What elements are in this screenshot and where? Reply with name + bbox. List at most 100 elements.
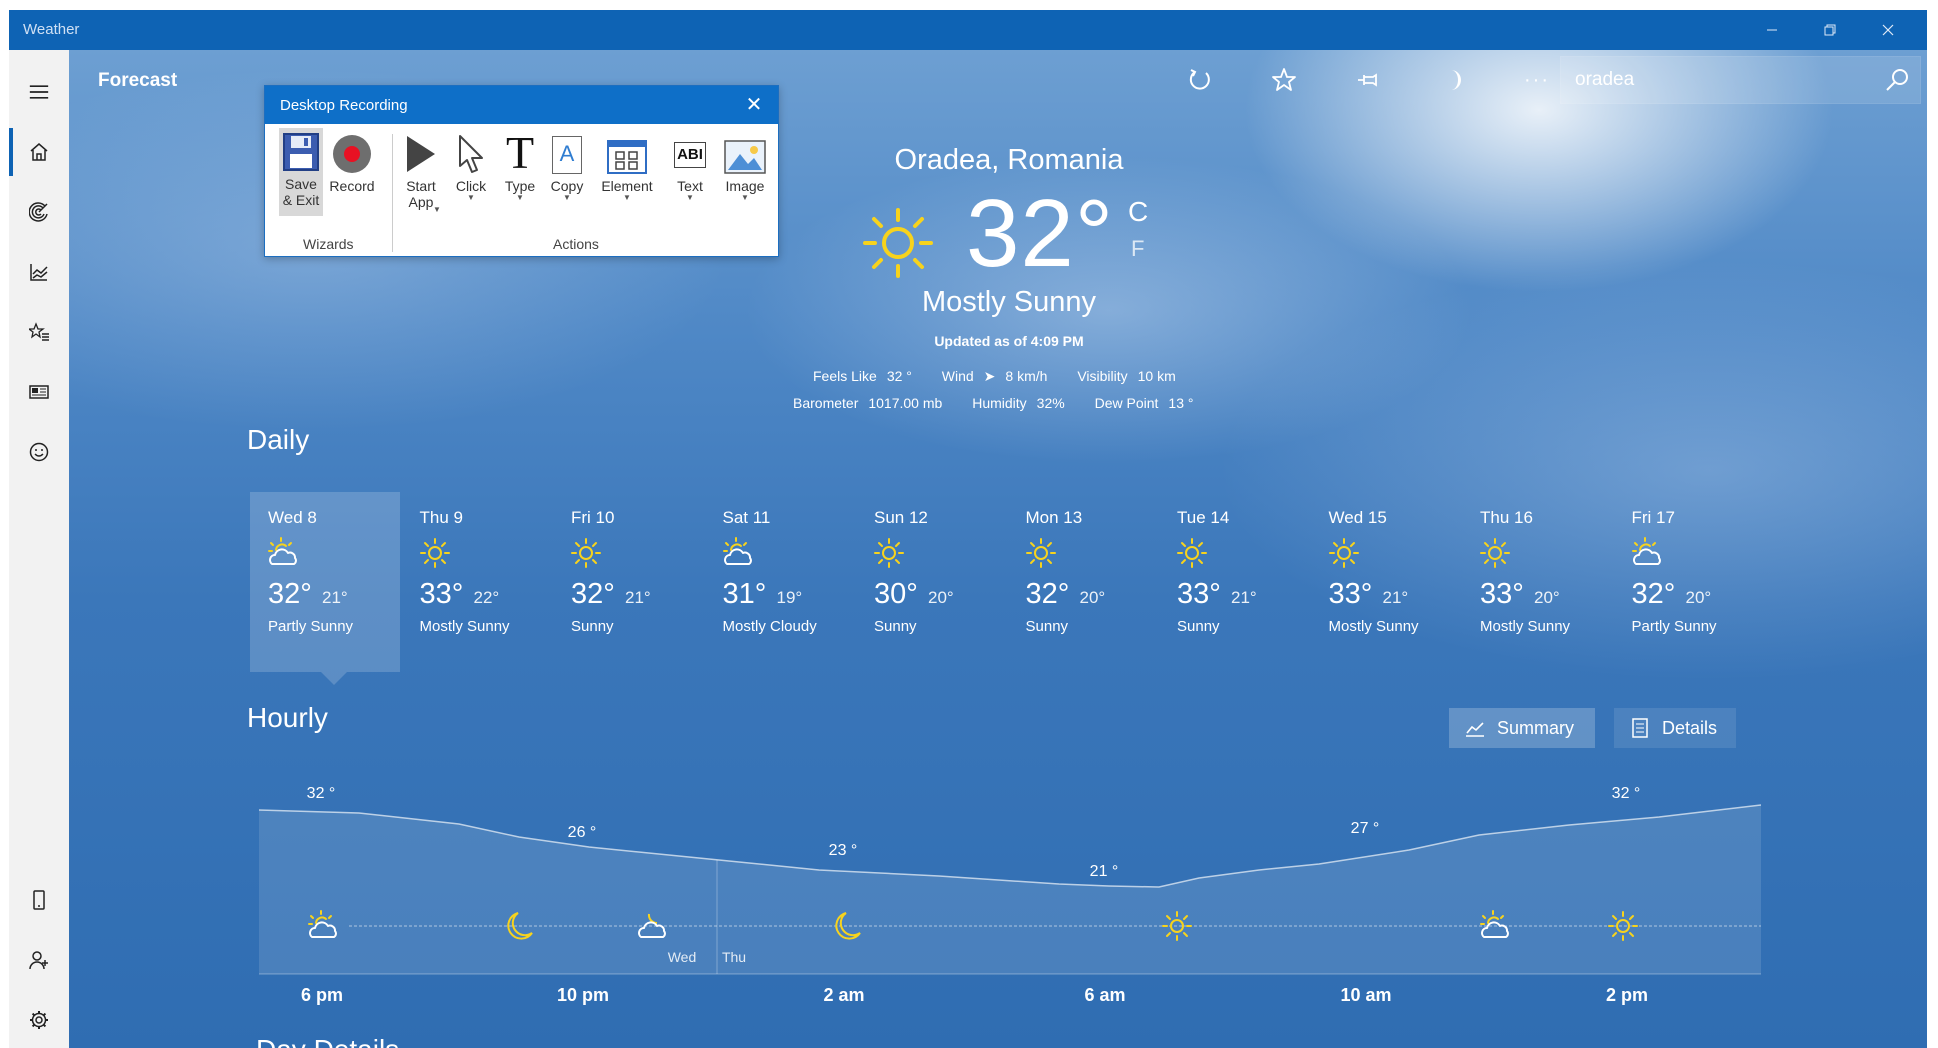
theme-button[interactable] [1432, 60, 1476, 100]
day-high-temp: 31° [722, 578, 767, 610]
image-button[interactable]: Image ▼ [717, 132, 773, 202]
close-button[interactable] [1859, 10, 1917, 50]
updated-time: Updated as of 4:09 PM [934, 333, 1084, 349]
day-high-temp: 33° [1177, 578, 1221, 610]
daily-day-card[interactable]: Thu 16 33° 20° Mostly Sunny [1462, 492, 1612, 672]
day-condition: Sunny [1177, 618, 1220, 635]
desktop-recording-panel: Desktop Recording ✕ Save & Exit Record S… [264, 85, 779, 257]
gear-icon [30, 1011, 48, 1029]
daily-day-card[interactable]: Tue 14 33° 21° Sunny [1159, 492, 1309, 672]
copy-button[interactable]: A Copy ▼ [545, 132, 589, 202]
click-button[interactable]: Click ▼ [449, 132, 493, 202]
favorite-button[interactable] [1262, 60, 1306, 100]
daily-day-card[interactable]: Sat 11 31° 19° Mostly Cloudy [705, 492, 855, 672]
group-separator [392, 134, 393, 252]
day-label-right: Thu [722, 949, 746, 965]
day-condition: Mostly Cloudy [722, 618, 817, 635]
sun-icon [1175, 536, 1209, 570]
nav-forecast[interactable] [9, 128, 69, 176]
start-app-button[interactable]: Start App ▼ [399, 132, 443, 214]
fahrenheit-toggle[interactable]: F [1131, 236, 1144, 262]
record-button[interactable]: Record [327, 132, 377, 194]
nav-account[interactable] [9, 936, 69, 984]
celsius-toggle[interactable]: C [1128, 196, 1148, 228]
humidity-value: 32% [1036, 395, 1065, 411]
nav-device[interactable] [9, 876, 69, 924]
day-name: Tue 14 [1177, 508, 1230, 527]
summary-button[interactable]: Summary [1449, 708, 1595, 748]
daily-day-card[interactable]: Wed 8 32° 21° Partly Sunny [250, 492, 400, 672]
daily-day-card[interactable]: Mon 13 32° 20° Sunny [1008, 492, 1158, 672]
text-label: Text [677, 178, 703, 194]
search-icon[interactable] [1884, 67, 1910, 93]
day-name: Fri 10 [571, 508, 615, 527]
start-app-caret: ▼ [433, 205, 441, 214]
day-condition: Sunny [571, 618, 614, 635]
hamburger-menu-button[interactable] [9, 68, 69, 116]
visibility-label: Visibility [1077, 368, 1128, 384]
nav-places[interactable] [9, 308, 69, 356]
recording-header: Desktop Recording ✕ [265, 86, 778, 124]
details-button[interactable]: Details [1614, 708, 1736, 748]
nav-historical[interactable] [9, 248, 69, 296]
nav-maps[interactable] [9, 188, 69, 236]
day-high-temp: 33° [1480, 578, 1524, 610]
type-icon: T [505, 127, 535, 178]
element-button[interactable]: Element ▼ [595, 132, 659, 202]
day-condition: Partly Sunny [268, 618, 354, 635]
save-exit-button[interactable]: Save & Exit [279, 128, 323, 216]
image-icon [724, 140, 766, 174]
hourly-temp-label: 21 ° [1090, 863, 1119, 880]
hourly-time-label: 10 am [1340, 985, 1392, 1005]
daily-day-card[interactable]: Wed 15 33° 21° Mostly Sunny [1311, 492, 1461, 672]
recording-close-button[interactable]: ✕ [742, 93, 766, 117]
type-label: Type [504, 178, 536, 194]
title-bar: Weather [9, 10, 1927, 50]
phone-icon [33, 890, 45, 910]
day-low-temp: 19° [776, 588, 803, 607]
more-button[interactable]: ··· [1515, 60, 1559, 100]
text-button[interactable]: ABI Text ▼ [665, 132, 715, 202]
partly-sunny-icon [266, 536, 300, 570]
location-name: Oradea, Romania [894, 144, 1124, 176]
restore-button[interactable] [1801, 10, 1859, 50]
daily-day-card[interactable]: Fri 17 32° 20° Partly Sunny [1614, 492, 1764, 672]
nav-news[interactable] [9, 368, 69, 416]
barometer-label: Barometer [793, 395, 859, 411]
sun-icon [1327, 536, 1361, 570]
recording-title: Desktop Recording [280, 97, 408, 114]
hourly-temp-label: 27 ° [1351, 820, 1380, 837]
day-condition: Mostly Sunny [1328, 618, 1419, 635]
search-input[interactable] [1561, 57, 1871, 103]
daily-day-card[interactable]: Sun 12 30° 20° Sunny [856, 492, 1006, 672]
day-name: Thu 9 [419, 508, 463, 527]
hourly-time-label: 2 pm [1605, 985, 1649, 1005]
hamburger-icon [29, 85, 49, 99]
type-button[interactable]: T Type ▼ [499, 127, 541, 202]
day-low-temp: 21° [625, 588, 651, 607]
details-label: Details [1662, 717, 1718, 738]
save-icon [283, 133, 319, 171]
add-person-icon [29, 951, 48, 970]
hourly-time-label: 10 pm [556, 985, 610, 1005]
pin-button[interactable] [1346, 60, 1390, 100]
daily-day-card[interactable]: Thu 9 33° 22° Mostly Sunny [402, 492, 552, 672]
day-low-temp: 21° [322, 588, 348, 607]
copy-icon: A [552, 136, 582, 174]
partly-cloudy-night-icon [638, 913, 666, 938]
nav-settings[interactable] [9, 996, 69, 1044]
image-label: Image [725, 178, 765, 194]
sun-icon [863, 208, 933, 278]
barometer-value: 1017.00 mb [868, 395, 943, 411]
minimize-button[interactable] [1743, 10, 1801, 50]
sun-icon [1478, 536, 1512, 570]
day-low-temp: 20° [1079, 588, 1106, 607]
current-temperature: 32° [966, 180, 1115, 287]
list-document-icon [1632, 718, 1648, 738]
day-high-temp: 33° [419, 578, 464, 610]
refresh-button[interactable] [1177, 60, 1221, 100]
nav-feedback[interactable] [9, 428, 69, 476]
daily-day-card[interactable]: Fri 10 32° 21° Sunny [553, 492, 703, 672]
day-condition: Sunny [874, 618, 917, 635]
pin-icon [1358, 73, 1377, 87]
